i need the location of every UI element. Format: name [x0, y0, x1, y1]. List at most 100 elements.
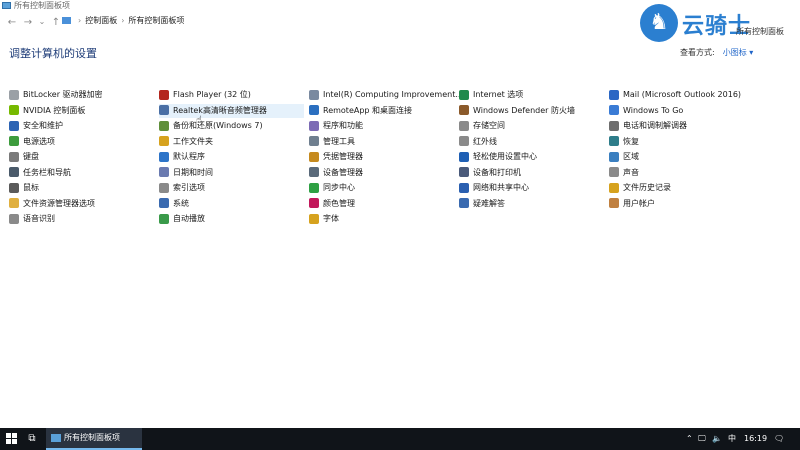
item-label: 恢复 [623, 136, 639, 146]
item-label: BitLocker 驱动器加密 [23, 90, 103, 99]
windows-start-icon[interactable] [6, 433, 18, 445]
control-panel-item[interactable]: 系统 [159, 197, 189, 211]
item-label: Windows To Go [623, 105, 684, 115]
item-label: Windows Defender 防火墙 [473, 105, 575, 115]
item-label: 电话和调制解调器 [623, 121, 687, 130]
item-icon [609, 167, 619, 177]
taskbar-app-control-panel[interactable]: 所有控制面板项 [46, 428, 142, 450]
control-panel-item[interactable]: 轻松使用设置中心 [459, 150, 537, 164]
view-by-dropdown[interactable]: 小图标 ▾ [723, 48, 754, 57]
item-icon [159, 213, 169, 224]
item-label: 安全和维护 [23, 121, 63, 130]
breadcrumb-separator-icon: › [78, 16, 82, 25]
control-panel-item[interactable]: 文件资源管理器选项 [9, 197, 95, 211]
tray-expand-icon[interactable]: ⌃ [686, 428, 693, 450]
item-label: 颜色管理 [323, 198, 355, 208]
control-panel-item[interactable]: 自动播放 [159, 212, 205, 226]
knight-logo-icon: ♞ [640, 4, 678, 42]
task-view-icon[interactable]: ⧉ [26, 433, 38, 445]
control-panel-item[interactable]: 设备和打印机 [459, 166, 521, 180]
control-panel-item[interactable]: 声音 [609, 166, 639, 180]
item-label: RemoteApp 和桌面连接 [323, 105, 413, 115]
item-icon [159, 167, 169, 177]
control-panel-item[interactable]: 字体 [309, 212, 339, 226]
item-label: 文件历史记录 [623, 183, 671, 192]
network-icon[interactable]: 🖵 [698, 428, 706, 450]
control-panel-item[interactable]: 管理工具 [309, 135, 355, 149]
control-panel-item[interactable]: Realtek高清晰音频管理器 [159, 103, 304, 118]
up-button[interactable]: ↑ [50, 17, 62, 28]
control-panel-item[interactable]: 索引选项 [159, 181, 205, 195]
item-label: 设备管理器 [323, 167, 363, 177]
control-panel-item[interactable]: 疑难解答 [459, 197, 505, 211]
control-panel-item[interactable]: 备份和还原(Windows 7) [159, 119, 263, 133]
recent-locations-button[interactable]: ⌄ [36, 17, 48, 26]
control-panel-item[interactable]: 网络和共享中心 [459, 181, 529, 195]
item-label: 文件资源管理器选项 [23, 198, 95, 208]
breadcrumb-item-all-items[interactable]: 所有控制面板项 [128, 16, 184, 25]
control-panel-item[interactable]: NVIDIA 控制面板 [9, 104, 85, 118]
item-icon [609, 89, 619, 100]
item-label: 字体 [323, 214, 339, 223]
item-label: 用户帐户 [623, 198, 655, 208]
item-icon [9, 120, 19, 131]
clock[interactable]: 16:19 [744, 428, 767, 450]
item-label: 系统 [173, 198, 189, 208]
item-label: Flash Player (32 位) [173, 90, 251, 99]
control-panel-item[interactable]: 语音识别 [9, 212, 55, 226]
item-label: NVIDIA 控制面板 [23, 105, 86, 115]
control-panel-item[interactable]: 工作文件夹 [159, 135, 213, 149]
volume-icon[interactable]: 🔈 [712, 428, 722, 450]
item-icon [309, 105, 319, 115]
item-icon [9, 198, 19, 208]
control-panel-item[interactable]: Windows To Go [609, 104, 683, 118]
back-button[interactable]: ← [6, 17, 18, 28]
item-icon [459, 89, 469, 100]
folder-icon [62, 17, 71, 24]
item-icon [609, 151, 619, 162]
item-icon [309, 167, 319, 177]
control-panel-item[interactable]: 颜色管理 [309, 197, 355, 211]
control-panel-item[interactable]: 文件历史记录 [609, 181, 671, 195]
control-panel-item[interactable]: 任务栏和导航 [9, 166, 71, 180]
control-panel-item[interactable]: 区域 [609, 150, 639, 164]
control-panel-item[interactable]: BitLocker 驱动器加密 [9, 88, 103, 102]
control-panel-item[interactable]: 日期和时间 [159, 166, 213, 180]
control-panel-item[interactable]: 安全和维护 [9, 119, 63, 133]
item-label: 索引选项 [173, 183, 205, 192]
control-panel-item[interactable]: Internet 选项 [459, 88, 523, 102]
control-panel-item[interactable]: 红外线 [459, 135, 497, 149]
item-icon [9, 151, 19, 162]
control-panel-item[interactable]: 电源选项 [9, 135, 55, 149]
control-panel-item[interactable]: 键盘 [9, 150, 39, 164]
item-icon [609, 120, 619, 131]
input-language-indicator[interactable]: 中 [728, 428, 736, 450]
item-icon [159, 105, 169, 115]
control-panel-item[interactable]: RemoteApp 和桌面连接 [309, 104, 412, 118]
control-panel-item[interactable]: Intel(R) Computing Improvement... [309, 88, 463, 102]
item-label: Mail (Microsoft Outlook 2016) [623, 90, 742, 99]
item-icon [609, 198, 619, 208]
control-panel-item[interactable]: 用户帐户 [609, 197, 655, 211]
breadcrumb-item-control-panel[interactable]: 控制面板 [85, 16, 117, 25]
control-panel-item[interactable]: 电话和调制解调器 [609, 119, 687, 133]
control-panel-item[interactable]: 设备管理器 [309, 166, 363, 180]
control-panel-item[interactable]: 凭据管理器 [309, 150, 363, 164]
breadcrumb[interactable]: › 控制面板 › 所有控制面板项 [62, 15, 184, 26]
control-panel-item[interactable]: Windows Defender 防火墙 [459, 104, 575, 118]
notification-icon[interactable]: 🗨 [774, 428, 784, 450]
control-panel-item[interactable]: 恢复 [609, 135, 639, 149]
control-panel-item[interactable]: 存储空间 [459, 119, 505, 133]
control-panel-item[interactable]: Flash Player (32 位) [159, 88, 251, 102]
control-panel-item[interactable]: Mail (Microsoft Outlook 2016) [609, 88, 741, 102]
item-label: 声音 [623, 167, 639, 177]
item-icon [159, 151, 169, 162]
watermark-logo: ♞ 云骑士 所有控制面板 [640, 4, 800, 46]
item-label: 轻松使用设置中心 [473, 152, 537, 161]
control-panel-item[interactable]: 同步中心 [309, 181, 355, 195]
control-panel-item[interactable]: 鼠标 [9, 181, 39, 195]
control-panel-item[interactable]: 程序和功能 [309, 119, 363, 133]
item-icon [459, 167, 469, 177]
control-panel-item[interactable]: 默认程序 [159, 150, 205, 164]
forward-button[interactable]: → [22, 17, 34, 28]
